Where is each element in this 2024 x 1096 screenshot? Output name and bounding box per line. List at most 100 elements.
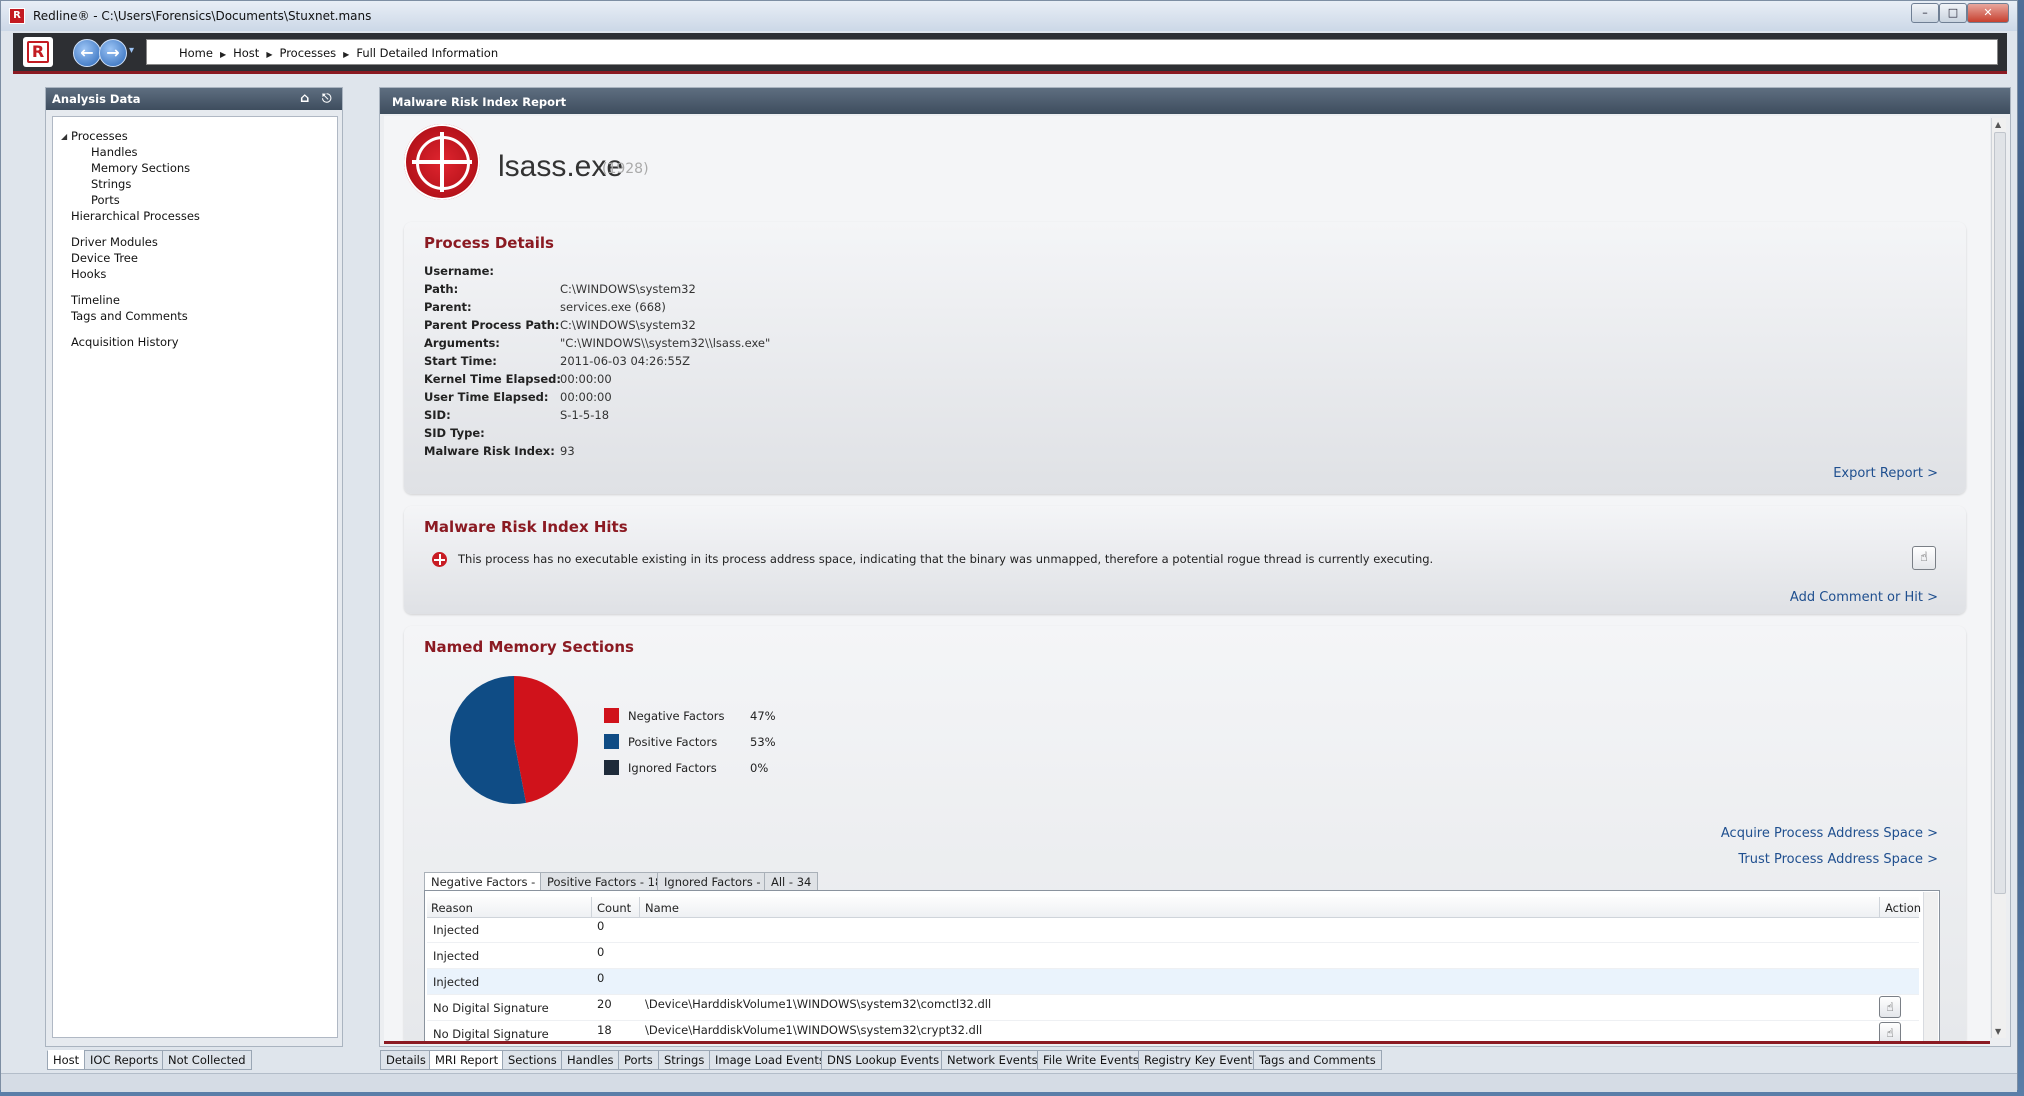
tree-item-ports[interactable]: Ports xyxy=(91,193,120,207)
redline-logo[interactable]: R xyxy=(23,37,53,67)
table-row[interactable]: No Digital Signature 20 \Device\Harddisk… xyxy=(427,995,1919,1021)
status-bar xyxy=(1,1073,2017,1092)
sid-value: S-1-5-18 xyxy=(560,408,610,422)
row-count: 0 xyxy=(597,945,605,959)
tab-file-write-events[interactable]: File Write Events xyxy=(1037,1050,1145,1070)
row-reason: Injected xyxy=(433,923,480,937)
tree-item-device-tree[interactable]: Device Tree xyxy=(71,251,138,265)
tree-item-processes[interactable]: Processes xyxy=(71,129,128,143)
tab-positive-factors[interactable]: Positive Factors - 18 xyxy=(540,872,670,891)
tree-item-hierarchical-processes[interactable]: Hierarchical Processes xyxy=(71,209,200,223)
tab-mri-report[interactable]: MRI Report xyxy=(429,1050,505,1070)
parent-path-value: C:\WINDOWS\system32 xyxy=(560,318,696,332)
tree-item-acquisition-history[interactable]: Acquisition History xyxy=(71,335,179,349)
back-button[interactable]: ← xyxy=(73,39,101,67)
tab-ioc-reports[interactable]: IOC Reports xyxy=(84,1050,165,1070)
add-comment-link[interactable]: Add Comment or Hit > xyxy=(1790,590,1938,605)
column-action[interactable]: Action xyxy=(1885,901,1921,915)
forward-button[interactable]: → xyxy=(99,39,127,67)
title-bar[interactable]: R Redline® - C:\Users\Forensics\Document… xyxy=(1,1,2017,31)
tab-details[interactable]: Details xyxy=(380,1050,432,1070)
legend-swatch-positive xyxy=(604,734,619,749)
column-count[interactable]: Count xyxy=(597,901,631,915)
thumbs-up-icon[interactable]: ☝ xyxy=(1879,1022,1901,1041)
row-count: 0 xyxy=(597,971,605,985)
scroll-up-icon[interactable]: ▲ xyxy=(1995,120,2001,129)
tab-ignored-factors[interactable]: Ignored Factors - 0 xyxy=(657,872,779,891)
acquire-address-space-link[interactable]: Acquire Process Address Space > xyxy=(1721,826,1938,841)
arguments-label: Arguments: xyxy=(424,336,500,350)
report-scrollbar[interactable]: ▲ ▼ xyxy=(1991,118,2006,1038)
thumbs-up-icon[interactable]: ☝ xyxy=(1912,546,1936,570)
tab-not-collected[interactable]: Not Collected xyxy=(162,1050,252,1070)
mri-report-header: Malware Risk Index Report xyxy=(380,88,2010,114)
arguments-value: "C:\WINDOWS\\system32\\lsass.exe" xyxy=(560,336,771,350)
tab-registry-key-events[interactable]: Registry Key Events xyxy=(1138,1050,1265,1070)
tree-item-tags-and-comments[interactable]: Tags and Comments xyxy=(71,309,188,323)
pie-slice-negative-factors xyxy=(514,676,578,803)
start-time-label: Start Time: xyxy=(424,354,497,368)
expand-triangle-icon[interactable]: ◢ xyxy=(61,132,67,141)
column-reason[interactable]: Reason xyxy=(431,901,473,915)
factors-grid: Reason Count Name Action Injected 0 Inje… xyxy=(424,890,1940,1041)
parent-label: Parent: xyxy=(424,300,472,314)
parent-value: services.exe (668) xyxy=(560,300,666,314)
home-icon[interactable]: ⌂ xyxy=(300,91,309,106)
analysis-tree: ◢ Processes Handles Memory Sections Stri… xyxy=(52,116,338,1038)
grid-scrollbar[interactable] xyxy=(1923,892,1938,1041)
tab-dns-lookup-events[interactable]: DNS Lookup Events xyxy=(821,1050,946,1070)
tab-strings[interactable]: Strings xyxy=(658,1050,711,1070)
tab-ports[interactable]: Ports xyxy=(618,1050,659,1070)
tree-item-timeline[interactable]: Timeline xyxy=(71,293,120,307)
sid-label: SID: xyxy=(424,408,451,422)
path-value: C:\WINDOWS\system32 xyxy=(560,282,696,296)
tab-network-events[interactable]: Network Events xyxy=(941,1050,1044,1070)
trust-address-space-link[interactable]: Trust Process Address Space > xyxy=(1738,852,1938,867)
breadcrumb-host[interactable]: Host xyxy=(233,46,259,60)
legend-swatch-negative xyxy=(604,708,619,723)
table-row[interactable]: Injected 0 xyxy=(427,917,1919,943)
tab-host[interactable]: Host xyxy=(47,1050,86,1070)
legend-swatch-ignored xyxy=(604,760,619,775)
mri-hits-title: Malware Risk Index Hits xyxy=(424,518,628,536)
pin-icon[interactable]: ⎋ xyxy=(322,91,332,106)
tree-item-handles[interactable]: Handles xyxy=(91,145,138,159)
analysis-data-header: Analysis Data ⌂ ⎋ xyxy=(46,88,342,110)
start-time-value: 2011-06-03 04:26:55Z xyxy=(560,354,691,368)
row-reason: No Digital Signature xyxy=(433,1001,549,1015)
tree-item-strings[interactable]: Strings xyxy=(91,177,131,191)
legend-pct-positive: 53% xyxy=(750,735,776,749)
mri-report-title: Malware Risk Index Report xyxy=(392,95,567,109)
redline-logo-mark: R xyxy=(27,41,49,63)
tab-all-factors[interactable]: All - 34 xyxy=(764,872,819,891)
legend-pct-ignored: 0% xyxy=(750,761,769,775)
history-dropdown-icon[interactable]: ▾ xyxy=(129,45,134,56)
sid-type-label: SID Type: xyxy=(424,426,485,440)
maximize-button[interactable]: □ xyxy=(1939,3,1967,23)
mri-value: 93 xyxy=(560,444,575,458)
table-row[interactable]: No Digital Signature 18 \Device\Harddisk… xyxy=(427,1021,1919,1041)
tree-item-hooks[interactable]: Hooks xyxy=(71,267,106,281)
close-button[interactable]: ✕ xyxy=(1967,3,2009,23)
breadcrumb-home[interactable]: Home xyxy=(179,46,213,60)
legend-label-ignored: Ignored Factors xyxy=(628,761,717,775)
tab-tags-and-comments[interactable]: Tags and Comments xyxy=(1253,1050,1382,1070)
thumbs-up-icon[interactable]: ☝ xyxy=(1879,996,1901,1018)
breadcrumb-processes[interactable]: Processes xyxy=(279,46,336,60)
table-row[interactable]: Injected 0 xyxy=(427,943,1919,969)
named-memory-sections-card: Named Memory Sections Negative Factors 4… xyxy=(404,626,1966,1041)
tab-image-load-events[interactable]: Image Load Events xyxy=(709,1050,831,1070)
scroll-down-icon[interactable]: ▼ xyxy=(1995,1027,2001,1036)
tree-item-memory-sections[interactable]: Memory Sections xyxy=(91,161,190,175)
table-row[interactable]: Injected 0 xyxy=(427,969,1919,995)
mri-report-panel: Malware Risk Index Report lsass.exe (192… xyxy=(379,87,2011,1047)
tab-sections[interactable]: Sections xyxy=(502,1050,563,1070)
scrollbar-thumb[interactable] xyxy=(1994,132,2006,894)
column-name[interactable]: Name xyxy=(645,901,679,915)
export-report-link[interactable]: Export Report > xyxy=(1833,466,1938,481)
named-memory-sections-title: Named Memory Sections xyxy=(424,638,634,656)
process-pid: (1928) xyxy=(602,161,649,177)
minimize-button[interactable]: – xyxy=(1911,3,1939,23)
tab-handles[interactable]: Handles xyxy=(561,1050,620,1070)
tree-item-driver-modules[interactable]: Driver Modules xyxy=(71,235,158,249)
